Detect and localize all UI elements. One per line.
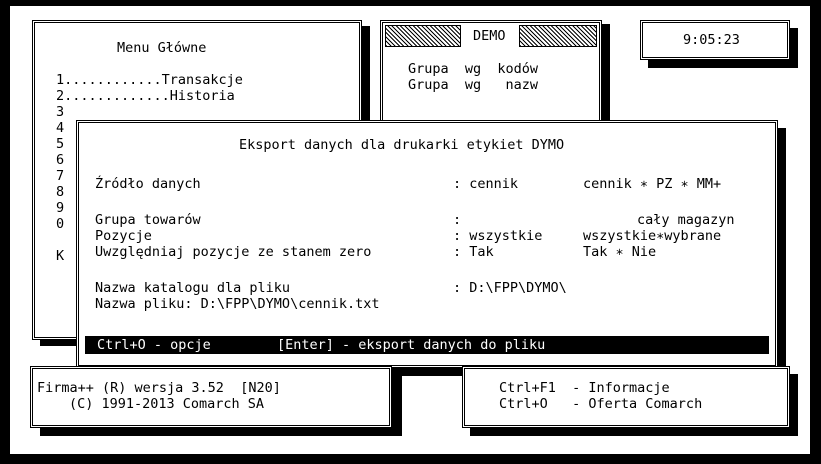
menu-item-8[interactable]: 8: [56, 184, 64, 200]
positions-label: Pozycje: [95, 228, 152, 244]
demo-panel: DEMO Grupa wg kodów Grupa wg nazw: [380, 20, 602, 128]
group-label: Grupa towarów: [95, 212, 201, 228]
menu-item-6[interactable]: 6: [56, 152, 64, 168]
zero-stock-label: Uwzględniaj pozycje ze stanem zero: [95, 244, 372, 260]
menu-item-4[interactable]: 4: [56, 120, 64, 136]
source-value[interactable]: : cennik: [453, 176, 518, 192]
dos-screen: Menu Główne 1............Transakcje 2...…: [0, 0, 821, 464]
folder-label: Nazwa katalogu dla pliku: [95, 280, 291, 296]
menu-item-historia[interactable]: 2.............Historia: [56, 88, 235, 104]
menu-item-9[interactable]: 9: [56, 200, 64, 216]
positions-value[interactable]: : wszystkie: [453, 228, 542, 244]
demo-title-pattern-right: [519, 25, 597, 47]
demo-title-pattern-left: [385, 25, 461, 47]
source-options: cennik ∗ PZ ∗ MM+: [583, 176, 722, 192]
clock-panel: 9:05:23: [640, 20, 790, 60]
help-offer-shortcut[interactable]: Ctrl+O - Oferta Comarch: [499, 396, 702, 412]
filename-field[interactable]: Nazwa pliku: D:\FPP\DYMO\cennik.txt: [95, 296, 379, 312]
menu-title: Menu Główne: [117, 40, 207, 56]
folder-value[interactable]: : D:\FPP\DYMO\: [453, 280, 567, 296]
dialog-footer-bar: Ctrl+O - opcje [Enter] - eksport danych …: [85, 336, 769, 354]
export-hint[interactable]: [Enter] - eksport danych do pliku: [277, 336, 545, 354]
menu-item-k[interactable]: K: [56, 248, 64, 264]
menu-item-3[interactable]: 3: [56, 104, 64, 120]
menu-item-5[interactable]: 5: [56, 136, 64, 152]
demo-line-nazw[interactable]: Grupa wg nazw: [408, 77, 538, 93]
source-label: Źródło danych: [95, 176, 201, 192]
demo-title: DEMO: [473, 28, 506, 44]
export-dialog: Eksport danych dla drukarki etykiet DYMO…: [76, 120, 778, 368]
copyright-text: (C) 1991-2013 Comarch SA: [69, 396, 265, 412]
clock-time: 9:05:23: [683, 32, 740, 48]
demo-line-kodow[interactable]: Grupa wg kodów: [408, 61, 538, 77]
positions-options: wszystkie∗wybrane: [583, 228, 722, 244]
menu-item-transakcje[interactable]: 1............Transakcje: [56, 72, 243, 88]
dialog-title: Eksport danych dla drukarki etykiet DYMO: [239, 137, 565, 153]
help-info-shortcut[interactable]: Ctrl+F1 - Informacje: [499, 380, 670, 396]
zero-stock-value[interactable]: : Tak: [453, 244, 494, 260]
menu-item-7[interactable]: 7: [56, 168, 64, 184]
group-options: cały magazyn: [637, 212, 735, 228]
zero-stock-options: Tak ∗ Nie: [583, 244, 657, 260]
help-panel: Ctrl+F1 - Informacje Ctrl+O - Oferta Com…: [462, 366, 790, 428]
menu-item-0[interactable]: 0: [56, 216, 64, 232]
info-panel: Firma++ (R) wersja 3.52 [N20] (C) 1991-2…: [30, 366, 392, 428]
group-value[interactable]: :: [453, 212, 461, 228]
options-hint[interactable]: Ctrl+O - opcje: [97, 336, 211, 354]
version-text: Firma++ (R) wersja 3.52 [N20]: [37, 380, 281, 396]
